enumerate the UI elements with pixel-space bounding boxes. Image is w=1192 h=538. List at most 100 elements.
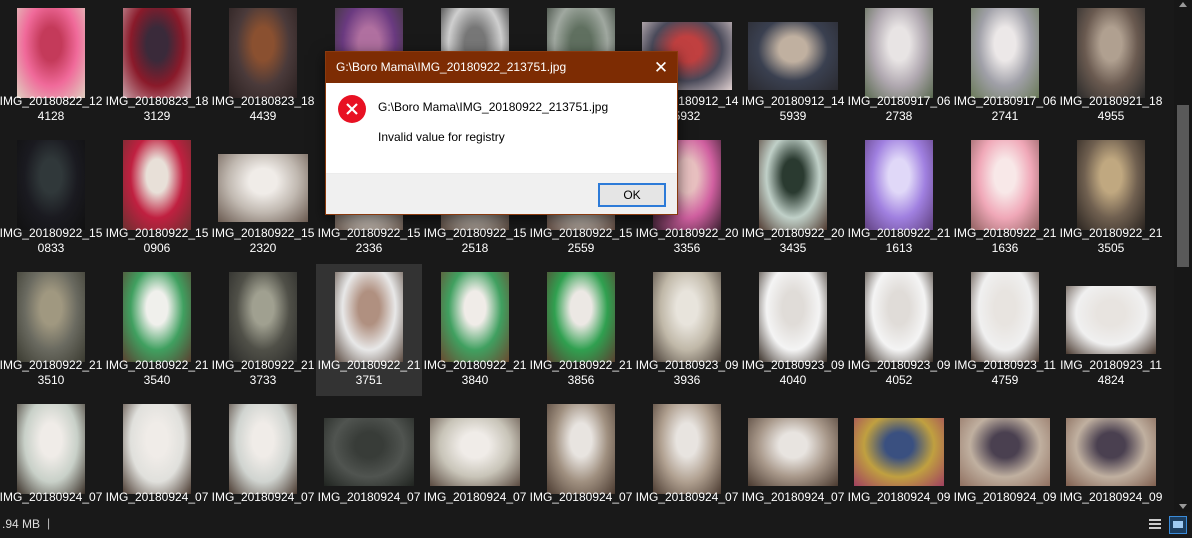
file-tile[interactable]: IMG_20180912_145939	[740, 0, 846, 132]
file-name: IMG_20180922_213840	[423, 358, 527, 387]
file-tile[interactable]: IMG_20180922_152320	[210, 132, 316, 264]
file-name: IMG_20180922_211636	[953, 226, 1057, 255]
thumbnail-image[interactable]	[123, 140, 191, 230]
file-tile[interactable]: IMG_20180924_09	[846, 396, 952, 512]
dialog-footer: OK	[326, 173, 677, 214]
thumbnail-image[interactable]	[324, 418, 414, 486]
file-tile[interactable]: IMG_20180923_114759	[952, 264, 1058, 396]
file-tile[interactable]: IMG_20180924_07	[740, 396, 846, 512]
scroll-down-arrow-icon[interactable]	[1179, 504, 1187, 509]
thumbnail-image[interactable]	[865, 140, 933, 230]
file-tile[interactable]: IMG_20180922_211613	[846, 132, 952, 264]
file-name: IMG_20180922_213540	[105, 358, 209, 387]
file-name: IMG_20180922_213856	[529, 358, 633, 387]
file-name: IMG_20180922_213505	[1059, 226, 1163, 255]
file-tile[interactable]: IMG_20180922_203435	[740, 132, 846, 264]
ok-button[interactable]: OK	[598, 183, 666, 207]
thumbnail-image[interactable]	[335, 272, 403, 362]
thumbnail-image[interactable]	[123, 272, 191, 362]
thumbnail-image[interactable]	[759, 272, 827, 362]
thumbnail-image[interactable]	[17, 140, 85, 230]
file-tile[interactable]: IMG_20180922_150833	[0, 132, 104, 264]
thumbnail-image[interactable]	[17, 8, 85, 98]
dialog-titlebar[interactable]: G:\Boro Mama\IMG_20180922_213751.jpg ✕	[326, 52, 677, 83]
file-name: IMG_20180922_203435	[741, 226, 845, 255]
thumbnail-image[interactable]	[123, 8, 191, 98]
file-name: IMG_20180822_124128	[0, 94, 103, 123]
file-tile[interactable]: IMG_20180924_07	[210, 396, 316, 512]
file-tile[interactable]: IMG_20180922_213510	[0, 264, 104, 396]
file-tile[interactable]: IMG_20180922_213733	[210, 264, 316, 396]
file-tile[interactable]: IMG_20180917_062741	[952, 0, 1058, 132]
file-tile[interactable]: IMG_20180924_09	[952, 396, 1058, 512]
file-tile[interactable]: IMG_20180922_213540	[104, 264, 210, 396]
file-tile[interactable]: IMG_20180924_07	[0, 396, 104, 512]
file-name: IMG_20180922_150833	[0, 226, 103, 255]
file-tile[interactable]: IMG_20180924_09	[1058, 396, 1164, 512]
file-name: IMG_20180924_07	[0, 490, 103, 504]
file-name: IMG_20180922_211613	[847, 226, 951, 255]
file-tile[interactable]: IMG_20180823_183129	[104, 0, 210, 132]
file-tile[interactable]: IMG_20180924_07	[316, 396, 422, 512]
file-tile[interactable]: IMG_20180922_213840	[422, 264, 528, 396]
thumbnail-image[interactable]	[854, 418, 944, 486]
thumbnail-image[interactable]	[960, 418, 1050, 486]
large-icons-view-icon[interactable]	[1169, 516, 1187, 534]
close-icon[interactable]: ✕	[645, 52, 677, 83]
scroll-up-arrow-icon[interactable]	[1179, 2, 1187, 7]
thumbnail-image[interactable]	[759, 140, 827, 230]
thumbnail-image[interactable]	[971, 8, 1039, 98]
scrollbar-thumb[interactable]	[1177, 105, 1189, 267]
thumbnail-image[interactable]	[971, 140, 1039, 230]
file-name: IMG_20180924_07	[423, 490, 527, 504]
file-name: IMG_20180923_094052	[847, 358, 951, 387]
thumbnail-image[interactable]	[1077, 8, 1145, 98]
file-tile[interactable]: IMG_20180921_184955	[1058, 0, 1164, 132]
file-tile[interactable]: IMG_20180924_07	[104, 396, 210, 512]
thumbnail-image[interactable]	[653, 272, 721, 362]
details-view-icon[interactable]	[1147, 516, 1163, 532]
file-tile[interactable]: IMG_20180924_07	[528, 396, 634, 512]
thumbnail-image[interactable]	[17, 272, 85, 362]
thumbnail-image[interactable]	[748, 418, 838, 486]
file-tile[interactable]: IMG_20180924_07	[634, 396, 740, 512]
file-name: IMG_20180924_07	[211, 490, 315, 504]
vertical-scrollbar[interactable]	[1174, 0, 1192, 512]
file-name: IMG_20180922_213510	[0, 358, 103, 387]
thumbnail-image[interactable]	[229, 404, 297, 494]
file-tile[interactable]: IMG_20180922_213751	[316, 264, 422, 396]
thumbnail-image[interactable]	[547, 272, 615, 362]
thumbnail-image[interactable]	[653, 404, 721, 494]
thumbnail-image[interactable]	[430, 418, 520, 486]
file-name: IMG_20180922_152559	[529, 226, 633, 255]
thumbnail-image[interactable]	[218, 154, 308, 222]
file-tile[interactable]: IMG_20180924_07	[422, 396, 528, 512]
file-name: IMG_20180922_152336	[317, 226, 421, 255]
thumbnail-image[interactable]	[865, 8, 933, 98]
file-tile[interactable]: IMG_20180922_150906	[104, 132, 210, 264]
thumbnail-image[interactable]	[547, 404, 615, 494]
file-tile[interactable]: IMG_20180823_184439	[210, 0, 316, 132]
file-tile[interactable]: IMG_20180923_093936	[634, 264, 740, 396]
file-tile[interactable]: IMG_20180923_094052	[846, 264, 952, 396]
file-tile[interactable]: IMG_20180922_213856	[528, 264, 634, 396]
thumbnail-image[interactable]	[865, 272, 933, 362]
file-tile[interactable]: IMG_20180917_062738	[846, 0, 952, 132]
thumbnail-image[interactable]	[1066, 418, 1156, 486]
thumbnail-image[interactable]	[17, 404, 85, 494]
file-tile[interactable]: IMG_20180923_114824	[1058, 264, 1164, 396]
file-tile[interactable]: IMG_20180822_124128	[0, 0, 104, 132]
thumbnail-image[interactable]	[441, 272, 509, 362]
thumbnail-image[interactable]	[1077, 140, 1145, 230]
thumbnail-image[interactable]	[971, 272, 1039, 362]
thumbnail-image[interactable]	[1066, 286, 1156, 354]
thumbnail-image[interactable]	[229, 272, 297, 362]
status-separator: |	[47, 516, 51, 530]
thumbnail-image[interactable]	[229, 8, 297, 98]
file-tile[interactable]: IMG_20180923_094040	[740, 264, 846, 396]
status-bar: .94 MB |	[0, 512, 1192, 538]
file-tile[interactable]: IMG_20180922_211636	[952, 132, 1058, 264]
thumbnail-image[interactable]	[123, 404, 191, 494]
file-tile[interactable]: IMG_20180922_213505	[1058, 132, 1164, 264]
thumbnail-image[interactable]	[748, 22, 838, 90]
